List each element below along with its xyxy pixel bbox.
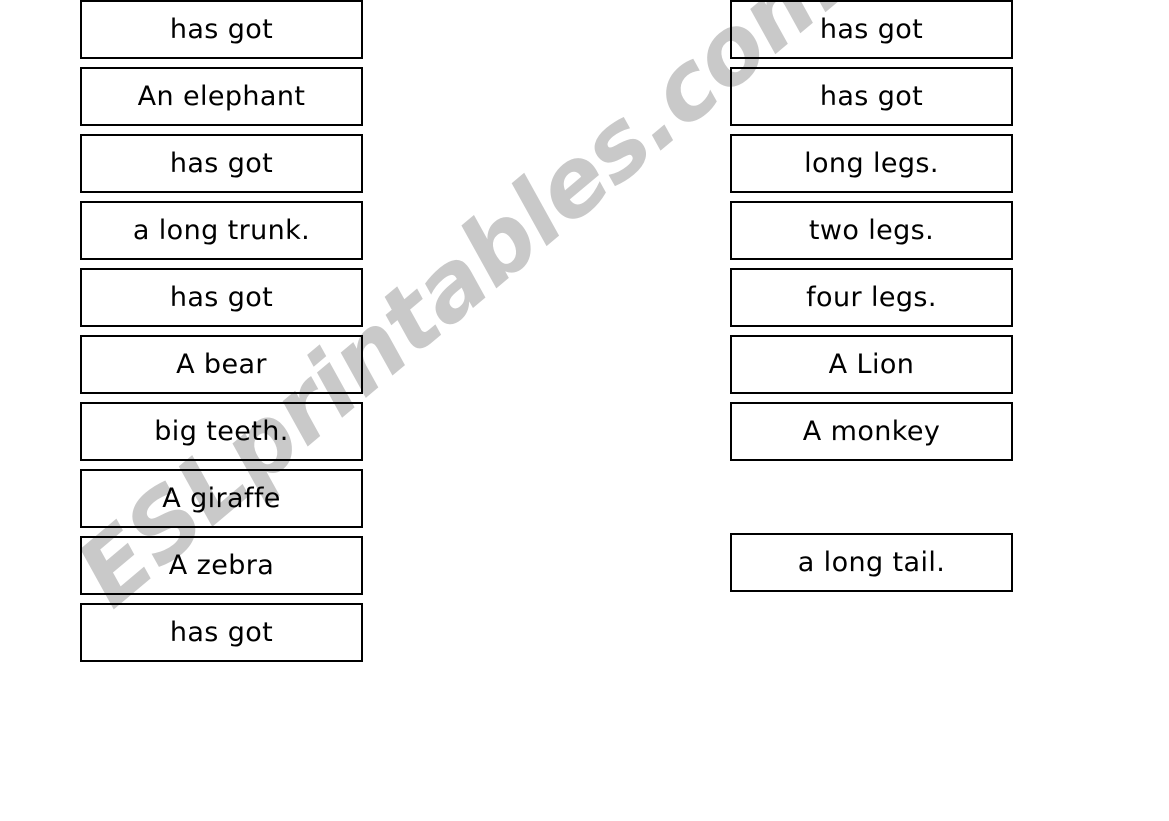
word-card-label: An elephant [137,81,306,112]
word-card[interactable]: A giraffe [80,469,363,528]
word-card[interactable]: has got [80,134,363,193]
word-card[interactable]: A Lion [730,335,1013,394]
word-card-label: A Lion [828,349,915,380]
word-card-label: a long trunk. [132,215,311,246]
word-card[interactable]: a long trunk. [80,201,363,260]
word-card-label: long legs. [804,148,939,179]
word-card[interactable]: four legs. [730,268,1013,327]
word-card-label: has got [169,617,274,648]
word-card[interactable]: has got [80,0,363,59]
word-card-label: A zebra [168,550,275,581]
word-card-label: has got [819,81,924,112]
word-card-label: a long tail. [797,547,946,578]
word-card[interactable]: A zebra [80,536,363,595]
word-card[interactable]: A bear [80,335,363,394]
word-card-label: has got [169,282,274,313]
word-card-label: has got [169,14,274,45]
word-card[interactable]: has got [80,603,363,662]
word-card[interactable]: big teeth. [80,402,363,461]
word-card[interactable]: two legs. [730,201,1013,260]
word-card-label: has got [819,14,924,45]
word-card-label: two legs. [808,215,935,246]
word-card-label: four legs. [806,282,937,313]
right-column: has got has got long legs. two legs. four le… [730,0,1013,600]
word-card-label: A giraffe [162,483,281,514]
word-card-label: big teeth. [154,416,289,447]
word-card-label: A monkey [802,416,941,447]
left-column: has got An elephant has got a long trunk. ha… [80,0,363,670]
word-card[interactable]: has got [730,67,1013,126]
word-card-label: has got [169,148,274,179]
word-card[interactable]: has got [730,0,1013,59]
word-card[interactable]: A monkey [730,402,1013,461]
word-card[interactable]: a long tail. [730,533,1013,592]
worksheet-page: ESLprintables.com has got An elephant has … [0,0,1169,821]
word-card-label: A bear [176,349,267,380]
word-card[interactable]: has got [80,268,363,327]
word-card[interactable]: long legs. [730,134,1013,193]
word-card[interactable]: An elephant [80,67,363,126]
